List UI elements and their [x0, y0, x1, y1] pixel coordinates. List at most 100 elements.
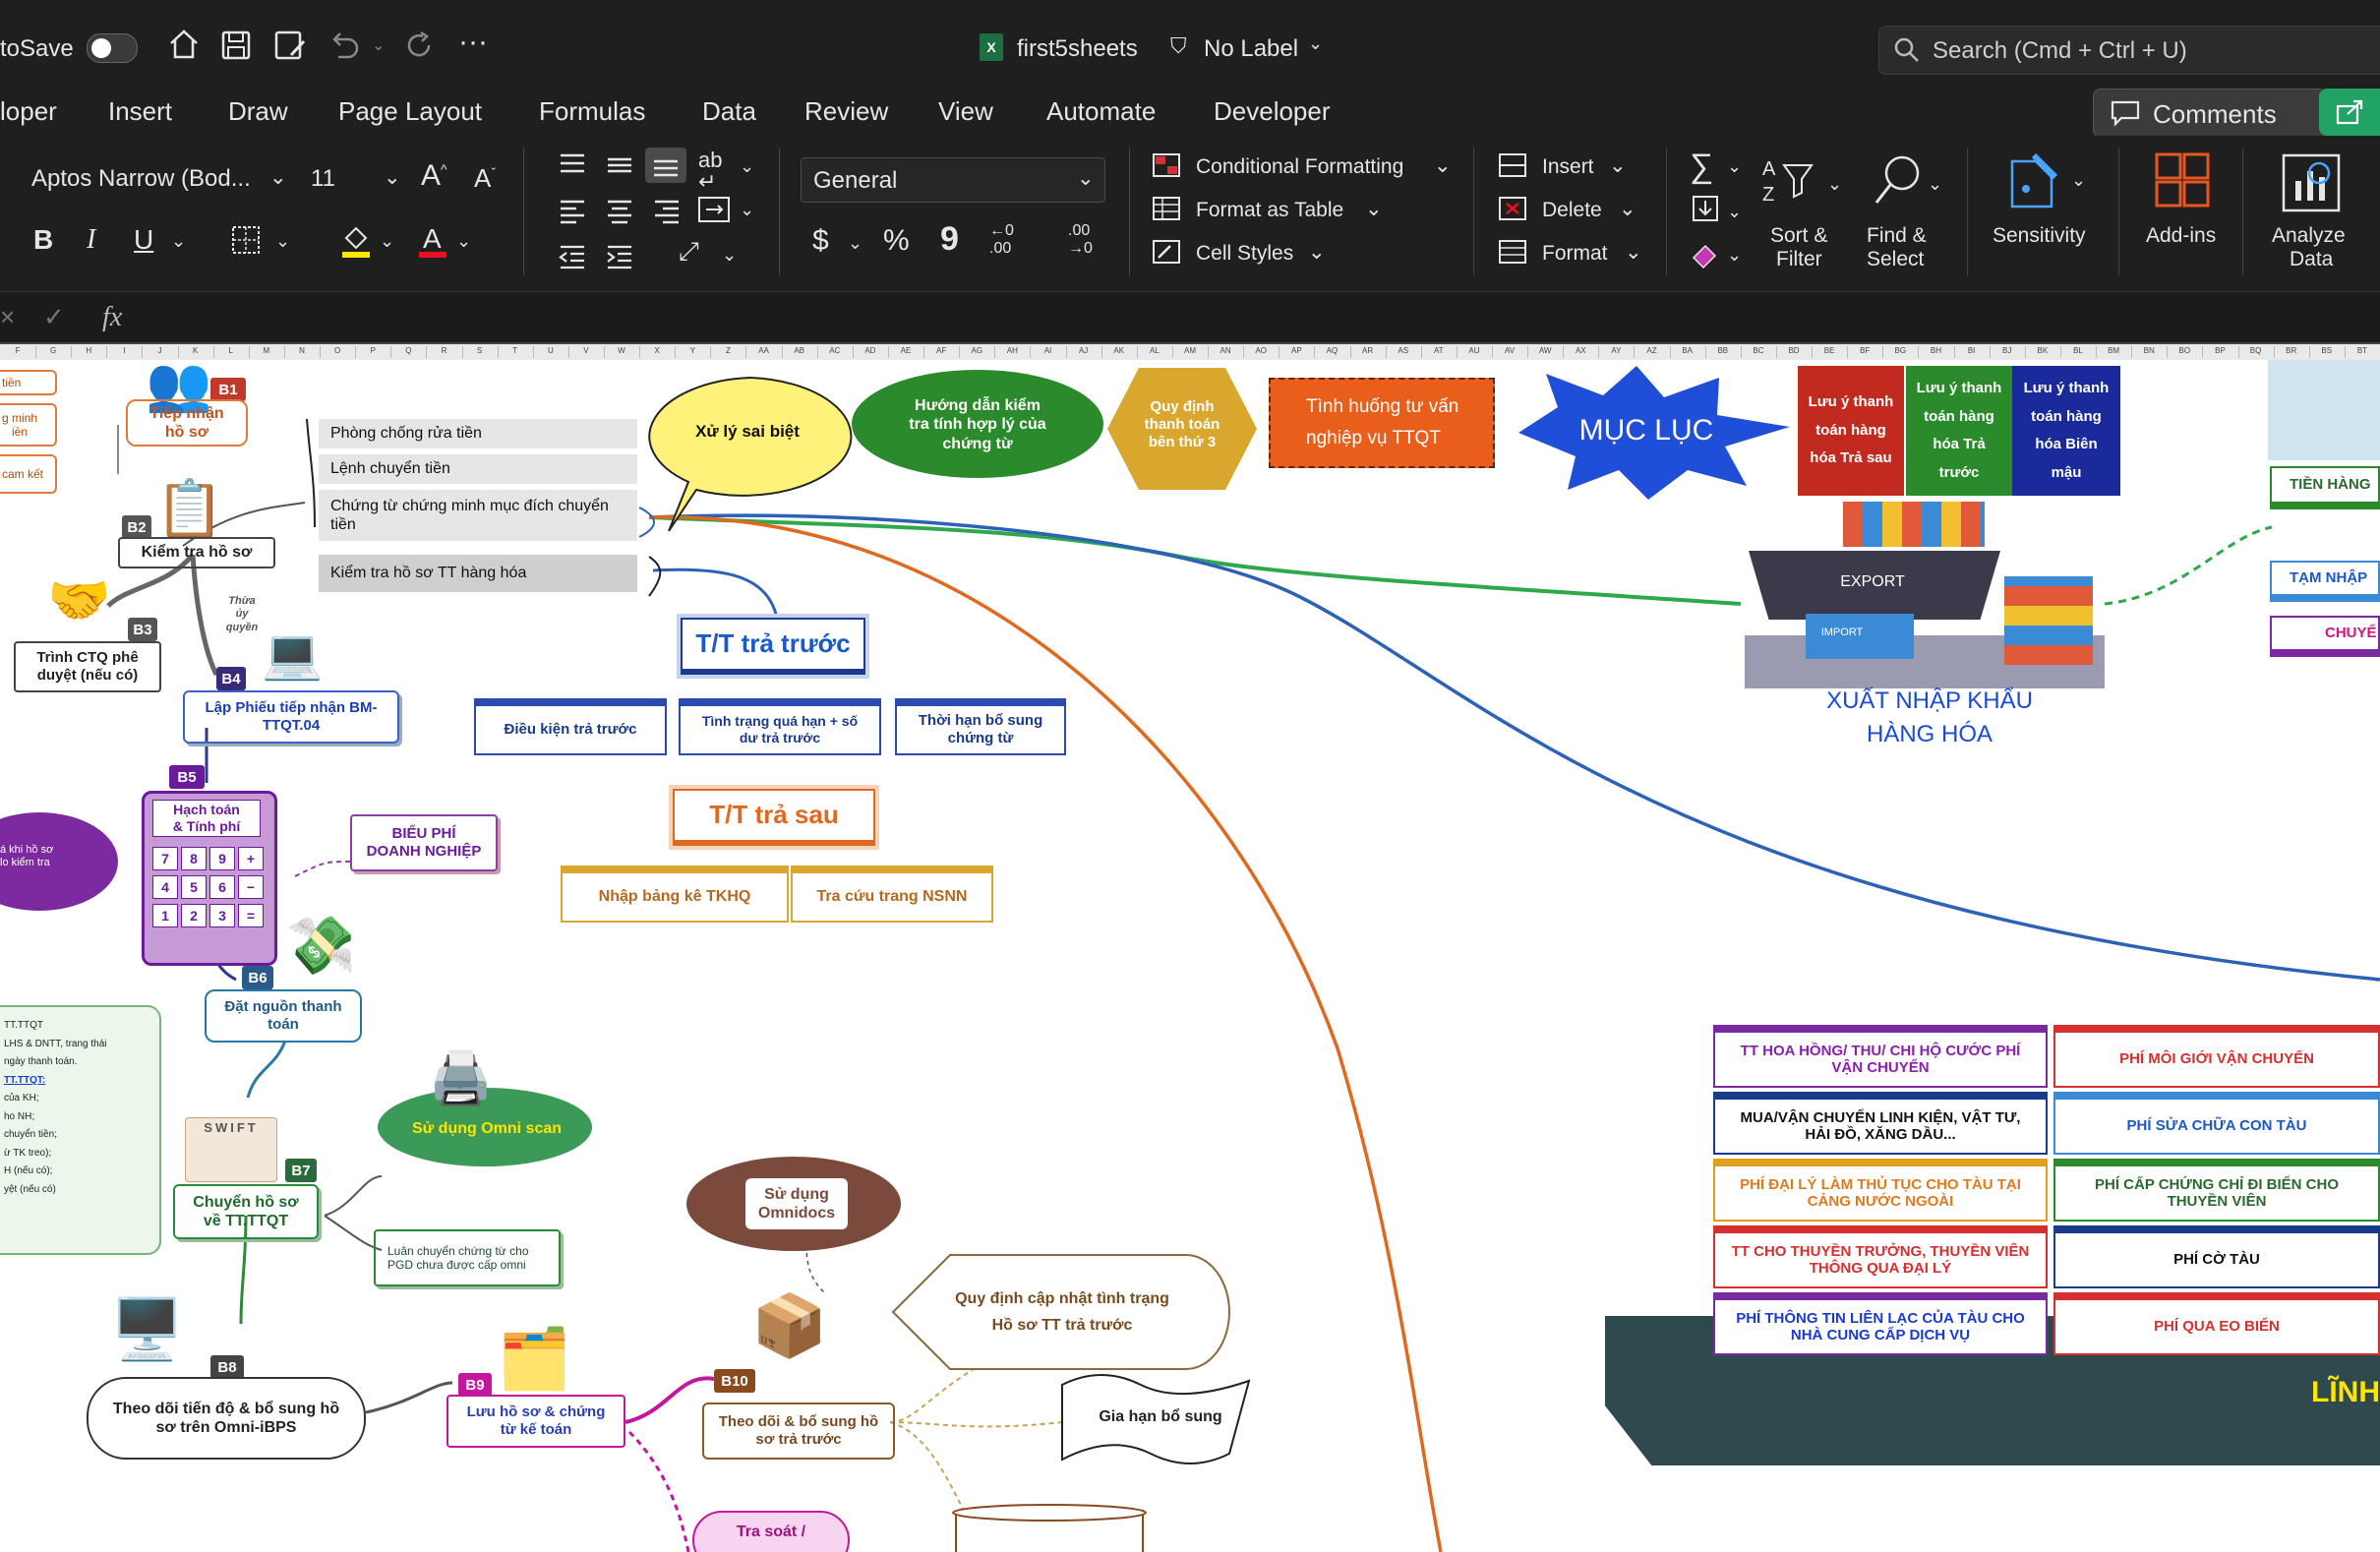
b9-node[interactable]: Lưu hồ sơ & chứng từ kế toán: [446, 1395, 625, 1448]
ts-item-nhap-bang-ke[interactable]: Nhập bảng kê TKHQ: [561, 866, 789, 923]
column-letter[interactable]: AN: [1208, 346, 1245, 358]
column-letter[interactable]: AY: [1598, 346, 1636, 358]
font-size-select[interactable]: 11 ⌄: [299, 159, 407, 199]
fee-cell-right[interactable]: PHÍ SỬA CHỮA CON TÀU: [2053, 1092, 2380, 1155]
column-letter[interactable]: BN: [2131, 346, 2169, 358]
align-middle-icon[interactable]: [604, 151, 635, 184]
cell-styles-button[interactable]: Cell Styles: [1196, 242, 1293, 266]
column-letter[interactable]: AR: [1350, 346, 1387, 358]
add-ins-label[interactable]: Add-ins: [2146, 224, 2216, 248]
bold-button[interactable]: B: [33, 226, 53, 254]
label-chevron-icon[interactable]: ⌄: [1308, 33, 1323, 54]
comments-button[interactable]: Comments: [2093, 89, 2327, 138]
right-tab-tien-hang[interactable]: TIỀN HÀNG: [2270, 466, 2380, 509]
column-letter[interactable]: AJ: [1066, 346, 1102, 358]
clear-eraser-icon[interactable]: [1690, 238, 1721, 274]
omnidocs-label[interactable]: Sử dụng Omnidocs: [745, 1178, 848, 1229]
more-options-icon[interactable]: ···: [458, 26, 488, 59]
column-letter[interactable]: L: [213, 346, 250, 358]
column-letter[interactable]: V: [568, 346, 606, 358]
tab-developer[interactable]: Developer: [1214, 96, 1331, 127]
chevron-down-icon[interactable]: ⌄: [848, 234, 863, 252]
column-letter[interactable]: BC: [1741, 346, 1777, 358]
tab-automate[interactable]: Automate: [1046, 96, 1156, 127]
sensitivity-label[interactable]: Sensitivity: [1993, 224, 2086, 248]
align-right-icon[interactable]: [651, 197, 683, 229]
column-letter[interactable]: AK: [1101, 346, 1138, 358]
column-letter[interactable]: Q: [390, 346, 428, 358]
column-letter[interactable]: AG: [959, 346, 996, 358]
column-letter[interactable]: O: [320, 346, 357, 358]
column-letter[interactable]: BD: [1776, 346, 1814, 358]
font-color-icon[interactable]: A: [417, 222, 448, 265]
worksheet-canvas[interactable]: tiền g minh iền cam kết 👥 B1 Tiếp nhận h…: [0, 360, 2380, 1552]
column-letter[interactable]: BF: [1847, 346, 1884, 358]
chevron-down-icon[interactable]: ⌄: [456, 232, 471, 250]
column-letter[interactable]: AW: [1527, 346, 1565, 358]
sort-filter-label-1[interactable]: Sort &: [1770, 224, 1827, 248]
chevron-down-icon[interactable]: ⌄: [1609, 153, 1627, 178]
column-letter[interactable]: BO: [2167, 346, 2204, 358]
quy-dinh-node[interactable]: Quy định thanh toán bên thứ 3: [1115, 384, 1249, 466]
increase-decimal-icon[interactable]: ←0.00: [989, 222, 1014, 257]
column-letter[interactable]: U: [533, 346, 569, 358]
chevron-down-icon[interactable]: ⌄: [275, 232, 290, 250]
increase-indent-icon[interactable]: [604, 242, 635, 274]
cancel-icon[interactable]: ×: [0, 302, 15, 332]
increase-font-icon[interactable]: A^: [421, 161, 447, 191]
home-icon[interactable]: [167, 28, 201, 66]
file-name[interactable]: first5sheets: [1017, 35, 1138, 63]
column-letter[interactable]: T: [498, 346, 534, 358]
chevron-down-icon[interactable]: ⌄: [1727, 246, 1742, 264]
column-letter[interactable]: BG: [1882, 346, 1920, 358]
column-letter[interactable]: K: [178, 346, 214, 358]
tab-review[interactable]: Review: [804, 96, 888, 127]
chevron-down-icon[interactable]: ⌄: [740, 201, 754, 218]
column-letter[interactable]: BA: [1670, 346, 1706, 358]
column-letter[interactable]: AA: [746, 346, 783, 358]
b2-item-1[interactable]: Phòng chống rửa tiền: [319, 419, 637, 448]
wrap-text-icon[interactable]: ab ↵: [698, 149, 722, 193]
orientation-icon[interactable]: ⤢: [679, 238, 699, 264]
ts-item-tra-cuu[interactable]: Tra cứu trang NSNN: [791, 866, 993, 923]
undo-icon[interactable]: [328, 30, 362, 66]
fee-cell-left[interactable]: TT CHO THUYỀN TRƯỞNG, THUYỀN VIÊN THÔNG …: [1713, 1225, 2048, 1288]
column-letter[interactable]: X: [639, 346, 677, 358]
chevron-down-icon[interactable]: ⌄: [1928, 175, 1942, 193]
delete-cells-icon[interactable]: [1497, 195, 1528, 227]
column-letter[interactable]: AT: [1421, 346, 1458, 358]
column-letter[interactable]: AU: [1457, 346, 1493, 358]
column-letter[interactable]: AO: [1243, 346, 1280, 358]
xu-ly-sai-biet[interactable]: Xử lý sai biệt: [659, 395, 836, 468]
add-ins-icon[interactable]: [2154, 151, 2211, 213]
b10-extend-node[interactable]: Gia hạn bổ sung: [1062, 1393, 1259, 1442]
right-tab-tam-nhap[interactable]: TẠM NHẬP: [2270, 561, 2380, 602]
fee-cell-right[interactable]: PHÍ MÔI GIỚI VẬN CHUYỂN: [2053, 1025, 2380, 1088]
sensitivity-icon[interactable]: [2006, 149, 2065, 217]
analyze-data-icon[interactable]: [2280, 151, 2343, 219]
chevron-down-icon[interactable]: ⌄: [1619, 197, 1636, 221]
b4-node[interactable]: Lập Phiếu tiếp nhận BM- TTQT.04: [183, 690, 399, 744]
function-icon[interactable]: fx: [102, 302, 122, 333]
column-letter[interactable]: F: [0, 346, 37, 358]
currency-button[interactable]: $: [812, 226, 829, 256]
format-cells-icon[interactable]: [1497, 238, 1528, 270]
format-as-table-icon[interactable]: [1151, 195, 1182, 227]
b3-node[interactable]: Trình CTQ phê duyệt (nếu có): [14, 641, 161, 692]
luu-y-tra-sau[interactable]: Lưu ý thanh toán hàng hóa Trả sau: [1798, 366, 1904, 496]
redo-icon[interactable]: [403, 30, 435, 66]
sort-filter-label-2[interactable]: Filter: [1776, 248, 1822, 271]
find-select-icon[interactable]: [1871, 151, 1926, 215]
save-icon[interactable]: [220, 30, 252, 66]
column-letter[interactable]: AC: [817, 346, 854, 358]
column-letter[interactable]: BJ: [1990, 346, 2026, 358]
chevron-down-icon[interactable]: ⌄: [740, 157, 754, 175]
b6-node[interactable]: Đặt nguồn thanh toán: [205, 989, 362, 1043]
b2-node[interactable]: Kiểm tra hồ sơ: [118, 537, 275, 568]
luu-y-tra-truoc[interactable]: Lưu ý thanh toán hàng hóa Trả trước: [1906, 366, 2012, 496]
align-center-icon[interactable]: [604, 197, 635, 229]
column-letter[interactable]: AI: [1030, 346, 1067, 358]
omni-scan-label[interactable]: Sử dụng Omni scan: [393, 1117, 580, 1141]
format-as-table-button[interactable]: Format as Table: [1196, 199, 1343, 222]
b8-node[interactable]: Theo dõi tiến độ & bổ sung hồ sơ trên Om…: [87, 1377, 366, 1460]
